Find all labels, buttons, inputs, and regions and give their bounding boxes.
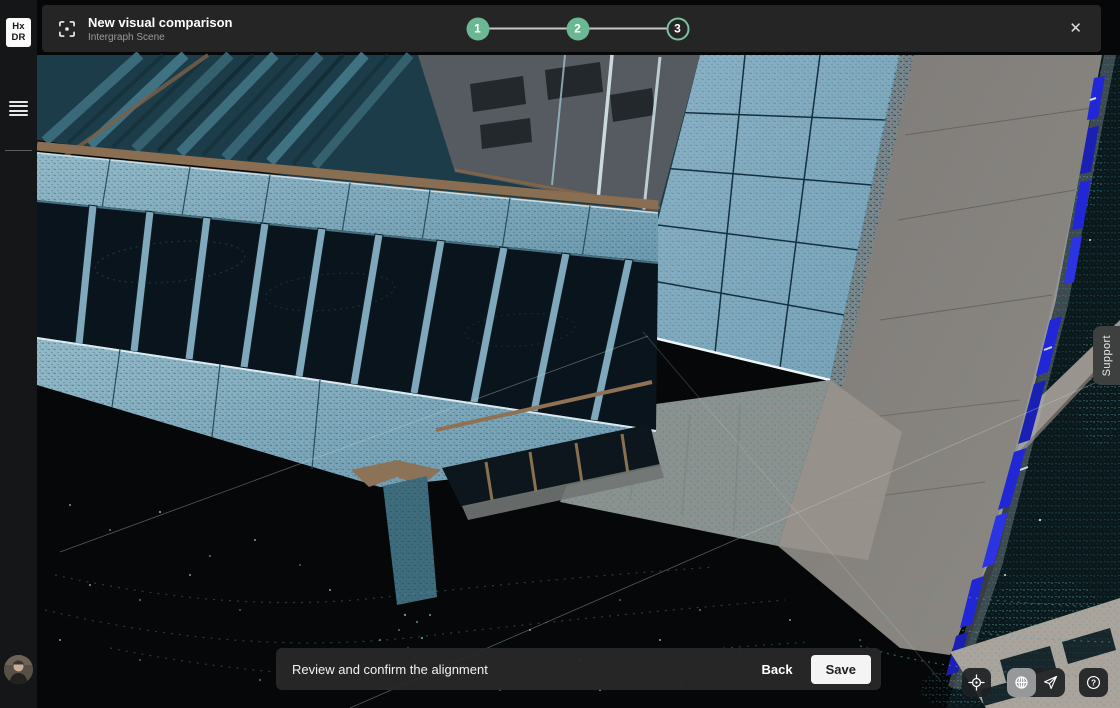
3d-viewport[interactable] <box>0 0 1120 708</box>
globe-navigation-button[interactable] <box>1007 668 1036 697</box>
hamburger-menu-icon[interactable] <box>9 101 28 116</box>
sidebar <box>0 0 37 708</box>
confirmation-bar: Review and confirm the alignment Back Sa… <box>276 648 881 690</box>
logo-line1: Hx <box>12 22 25 33</box>
help-glyph: ? <box>1091 678 1096 688</box>
help-button[interactable]: ? <box>1079 668 1108 697</box>
stepper-connector <box>589 28 666 30</box>
send-navigate-button[interactable] <box>1036 668 1065 697</box>
wizard-header: New visual comparison Intergraph Scene 1… <box>42 5 1101 52</box>
support-tab[interactable]: Support <box>1093 326 1120 385</box>
help-icon: ? <box>1084 673 1103 692</box>
page-title: New visual comparison <box>88 15 233 30</box>
visual-comparison-icon <box>57 19 77 39</box>
step-3[interactable]: 3 <box>666 17 689 40</box>
sidebar-divider <box>5 150 32 151</box>
support-tab-label: Support <box>1101 335 1113 376</box>
back-button[interactable]: Back <box>749 654 806 685</box>
close-icon[interactable]: ✕ <box>1062 16 1089 41</box>
paper-plane-icon <box>1041 673 1060 692</box>
page-subtitle: Intergraph Scene <box>88 32 233 43</box>
step-2[interactable]: 2 <box>566 17 589 40</box>
globe-icon <box>1012 673 1031 692</box>
hxdr-logo[interactable]: Hx DR <box>6 18 31 47</box>
confirmation-message: Review and confirm the alignment <box>292 662 749 677</box>
user-avatar[interactable] <box>4 655 33 684</box>
step-1[interactable]: 1 <box>466 17 489 40</box>
logo-line2: DR <box>11 33 25 44</box>
navigation-tool-group <box>1007 668 1065 697</box>
header-titles: New visual comparison Intergraph Scene <box>88 15 233 43</box>
viewer-controls: ? <box>962 668 1108 697</box>
wizard-stepper: 1 2 3 <box>466 17 689 40</box>
save-button[interactable]: Save <box>811 655 871 684</box>
crosshair-icon <box>967 673 986 692</box>
locate-crosshair-button[interactable] <box>962 668 991 697</box>
stepper-connector <box>489 28 566 30</box>
